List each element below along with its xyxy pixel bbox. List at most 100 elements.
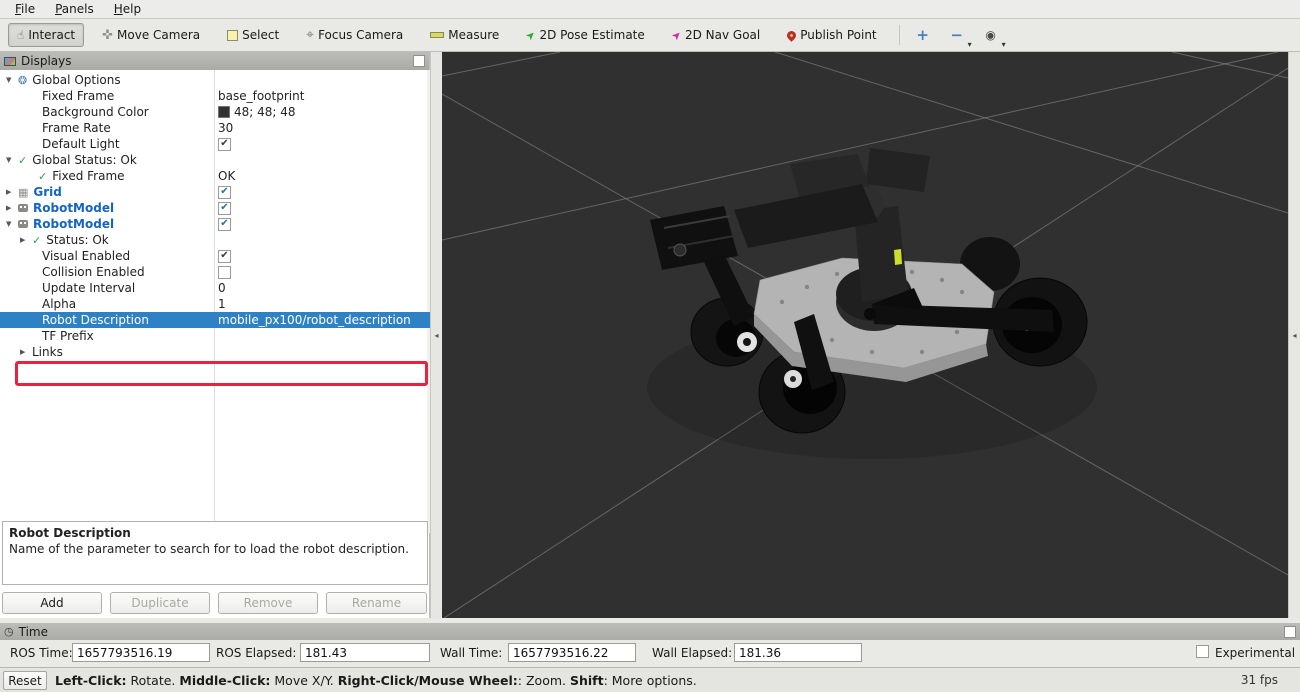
robot-model bbox=[647, 148, 1097, 459]
tree-row-global-options[interactable]: ▼ ❂ Global Options bbox=[0, 72, 430, 88]
fps-counter: 31 fps bbox=[1241, 673, 1278, 687]
chevron-down-icon[interactable]: ▾ bbox=[1002, 40, 1006, 49]
tool-label: Measure bbox=[448, 28, 499, 42]
row-label: Global Status: Ok bbox=[32, 153, 137, 167]
displays-tree: ▼ ❂ Global Options Fixed Frame base_foot… bbox=[0, 70, 430, 533]
tool-measure-button[interactable]: Measure bbox=[421, 23, 508, 47]
expand-arrow-icon[interactable]: ▶ bbox=[6, 188, 18, 196]
float-panel-button[interactable] bbox=[1284, 626, 1296, 638]
checkbox[interactable]: ✔ bbox=[218, 218, 231, 231]
wall-elapsed-input[interactable] bbox=[734, 643, 862, 662]
row-label: Collision Enabled bbox=[42, 265, 145, 279]
tool-2d-pose-estimate-button[interactable]: ➤ 2D Pose Estimate bbox=[517, 23, 654, 47]
ros-time-input[interactable] bbox=[72, 643, 210, 662]
row-value[interactable]: mobile_px100/robot_description bbox=[218, 313, 411, 327]
tree-row-robotmodel-2[interactable]: ▼ RobotModel ✔ bbox=[0, 216, 430, 232]
property-description-box: Robot Description Name of the parameter … bbox=[2, 521, 428, 585]
map-pin-icon bbox=[785, 29, 798, 42]
tree-row-update-interval[interactable]: Update Interval 0 bbox=[0, 280, 430, 296]
menu-panels[interactable]: Panels bbox=[46, 1, 103, 17]
remove-tool-button[interactable]: − ▾ bbox=[944, 23, 970, 47]
wall-time-input[interactable] bbox=[508, 643, 636, 662]
reset-button[interactable]: Reset bbox=[3, 671, 47, 690]
check-icon: ✔ bbox=[220, 251, 228, 261]
tool-label: 2D Nav Goal bbox=[685, 28, 760, 42]
experimental-checkbox[interactable] bbox=[1196, 645, 1209, 658]
remove-button[interactable]: Remove bbox=[218, 592, 318, 614]
row-value[interactable]: base_footprint bbox=[218, 89, 304, 103]
checkbox[interactable]: ✔ bbox=[218, 202, 231, 215]
add-button[interactable]: Add bbox=[2, 592, 102, 614]
right-dock-handle[interactable]: ◂ bbox=[1288, 52, 1300, 618]
move-arrows-icon: ✜ bbox=[102, 29, 113, 42]
hand-cursor-icon: ☝ bbox=[17, 29, 24, 41]
row-value[interactable]: 48; 48; 48 bbox=[234, 105, 296, 119]
wall-elapsed-label: Wall Elapsed: bbox=[652, 646, 732, 660]
tool-bar: ☝ Interact ✜ Move Camera Select ⌖ Focus … bbox=[0, 19, 1300, 52]
tool-properties-button[interactable]: ◉ ▾ bbox=[978, 23, 1004, 47]
toolbar-separator bbox=[899, 25, 900, 45]
checkbox[interactable]: ✔ bbox=[218, 138, 231, 151]
time-panel-title: Time bbox=[19, 625, 48, 639]
tool-2d-nav-goal-button[interactable]: ➤ 2D Nav Goal bbox=[663, 23, 769, 47]
time-panel-titlebar[interactable]: ◷ Time bbox=[0, 623, 1300, 640]
time-panel-body: ROS Time: ROS Elapsed: Wall Time: Wall E… bbox=[0, 640, 1300, 667]
tool-focus-camera-button[interactable]: ⌖ Focus Camera bbox=[297, 23, 412, 47]
checkbox[interactable] bbox=[218, 266, 231, 279]
tree-row-links[interactable]: ▶ Links bbox=[0, 344, 430, 360]
expand-arrow-icon[interactable]: ▼ bbox=[6, 76, 18, 84]
expand-arrow-icon[interactable]: ▼ bbox=[6, 220, 18, 228]
tree-row-robotmodel-1[interactable]: ▶ RobotModel ✔ bbox=[0, 200, 430, 216]
3d-viewport[interactable] bbox=[442, 52, 1288, 618]
tree-row-fixed-frame[interactable]: Fixed Frame base_footprint bbox=[0, 88, 430, 104]
row-value[interactable]: 1 bbox=[218, 297, 226, 311]
tool-label: Publish Point bbox=[800, 28, 876, 42]
tree-row-robot-description[interactable]: Robot Description mobile_px100/robot_des… bbox=[0, 312, 430, 328]
tree-row-global-status[interactable]: ▼ ✓ Global Status: Ok bbox=[0, 152, 430, 168]
checkbox[interactable]: ✔ bbox=[218, 186, 231, 199]
menu-file[interactable]: File bbox=[6, 1, 44, 17]
expand-arrow-icon[interactable]: ▶ bbox=[20, 348, 32, 356]
ros-elapsed-input[interactable] bbox=[300, 643, 430, 662]
expand-arrow-icon[interactable]: ▶ bbox=[20, 236, 32, 244]
checkbox[interactable]: ✔ bbox=[218, 250, 231, 263]
tree-row-visual-enabled[interactable]: Visual Enabled ✔ bbox=[0, 248, 430, 264]
plus-icon: + bbox=[916, 26, 929, 44]
tree-row-background-color[interactable]: Background Color 48; 48; 48 bbox=[0, 104, 430, 120]
color-swatch[interactable] bbox=[218, 106, 230, 118]
duplicate-button[interactable]: Duplicate bbox=[110, 592, 210, 614]
expand-arrow-icon[interactable]: ▼ bbox=[6, 156, 18, 164]
row-label: TF Prefix bbox=[42, 329, 94, 343]
tool-select-button[interactable]: Select bbox=[218, 23, 288, 47]
collapse-right-icon: ◂ bbox=[1292, 331, 1296, 340]
row-value[interactable]: 30 bbox=[218, 121, 233, 135]
float-panel-button[interactable] bbox=[413, 55, 425, 67]
description-title: Robot Description bbox=[9, 526, 421, 542]
tool-label: Select bbox=[242, 28, 279, 42]
tool-interact-button[interactable]: ☝ Interact bbox=[8, 23, 84, 47]
tool-move-camera-button[interactable]: ✜ Move Camera bbox=[93, 23, 209, 47]
left-dock-handle[interactable]: ◂ bbox=[430, 52, 442, 618]
expand-arrow-icon[interactable]: ▶ bbox=[6, 204, 18, 212]
tree-row-grid[interactable]: ▶ ▦ Grid ✔ bbox=[0, 184, 430, 200]
rename-button[interactable]: Rename bbox=[326, 592, 427, 614]
tree-row-tf-prefix[interactable]: TF Prefix bbox=[0, 328, 430, 344]
tree-row-alpha[interactable]: Alpha 1 bbox=[0, 296, 430, 312]
ros-elapsed-label: ROS Elapsed: bbox=[216, 646, 296, 660]
row-label: Alpha bbox=[42, 297, 76, 311]
displays-panel-titlebar[interactable]: Displays bbox=[0, 52, 429, 70]
tool-label: 2D Pose Estimate bbox=[539, 28, 644, 42]
check-icon: ✔ bbox=[220, 139, 228, 149]
tree-row-default-light[interactable]: Default Light ✔ bbox=[0, 136, 430, 152]
tree-row-status-ok[interactable]: ▶ ✓ Status: Ok bbox=[0, 232, 430, 248]
tree-row-frame-rate[interactable]: Frame Rate 30 bbox=[0, 120, 430, 136]
chevron-down-icon[interactable]: ▾ bbox=[968, 40, 972, 49]
row-value[interactable]: 0 bbox=[218, 281, 226, 295]
ros-time-label: ROS Time: bbox=[10, 646, 73, 660]
eye-icon: ◉ bbox=[985, 28, 995, 42]
tool-publish-point-button[interactable]: Publish Point bbox=[778, 23, 885, 47]
menu-help[interactable]: Help bbox=[105, 1, 150, 17]
tree-row-collision-enabled[interactable]: Collision Enabled bbox=[0, 264, 430, 280]
tree-row-fixed-frame-status[interactable]: ✓ Fixed Frame OK bbox=[0, 168, 430, 184]
add-tool-button[interactable]: + bbox=[910, 23, 936, 47]
